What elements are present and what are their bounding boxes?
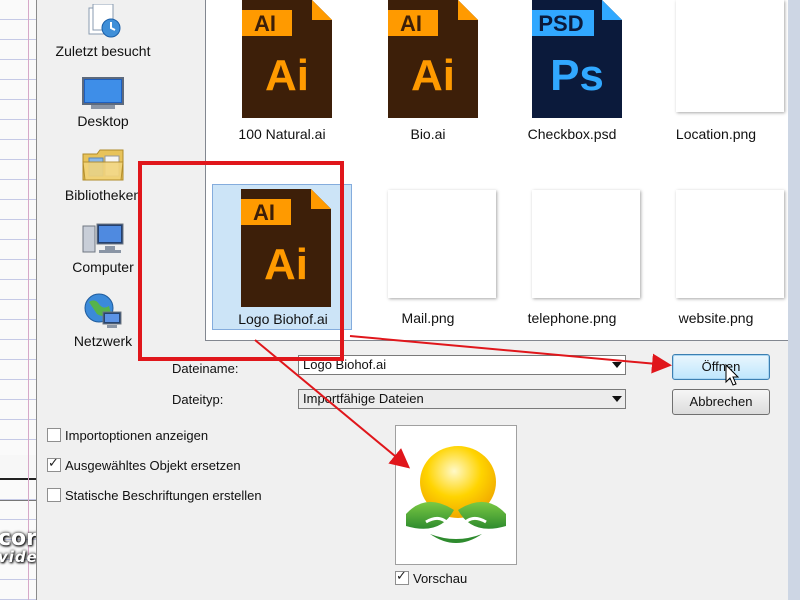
- open-button[interactable]: Öffnen: [672, 354, 770, 380]
- illustrator-file-icon: AI Ai: [241, 189, 331, 307]
- file-name: telephone.png: [527, 310, 617, 326]
- place-label: Computer: [72, 259, 134, 275]
- filetype-value: Importfähige Dateien: [303, 391, 424, 406]
- place-libraries[interactable]: Bibliotheken: [43, 146, 163, 203]
- ai-tab-text: AI: [254, 11, 276, 36]
- file-name: Location.png: [675, 126, 757, 142]
- place-label: Netzwerk: [73, 333, 133, 349]
- filename-label: Dateiname:: [172, 361, 239, 376]
- file-item[interactable]: AI Ai 100 Natural.ai: [212, 0, 352, 150]
- recent-places-icon: [88, 4, 121, 38]
- psd-big-text: Ps: [550, 51, 604, 100]
- place-network[interactable]: Netzwerk: [43, 292, 163, 349]
- file-item[interactable]: Mail.png: [358, 184, 498, 334]
- place-label: Bibliotheken: [64, 187, 142, 203]
- ai-big-text: Ai: [265, 51, 309, 100]
- ai-big-text: Ai: [411, 51, 455, 100]
- checkbox[interactable]: ✓: [395, 568, 409, 585]
- logo-preview-image: [406, 446, 506, 543]
- file-name: Checkbox.psd: [527, 126, 617, 142]
- place-desktop[interactable]: Desktop: [43, 76, 163, 129]
- file-name: 100 Natural.ai: [238, 126, 326, 142]
- image-thumbnail: [388, 190, 496, 298]
- file-item[interactable]: website.png: [646, 184, 786, 334]
- place-file-dialog: Zuletzt besucht Desktop Bibliotheken Com…: [36, 0, 800, 600]
- preview-toggle[interactable]: ✓ Vorschau: [395, 568, 468, 587]
- checkbox[interactable]: ✓: [47, 455, 61, 472]
- checkbox-label: Importoptionen anzeigen: [65, 428, 209, 443]
- file-name: Bio.ai: [410, 126, 446, 142]
- place-computer[interactable]: Computer: [43, 222, 163, 275]
- image-thumbnail: [676, 0, 784, 112]
- preview-pane: [395, 425, 517, 565]
- photoshop-file-icon: PSD Ps: [532, 0, 622, 118]
- ai-tab-text: AI: [253, 200, 275, 225]
- chevron-down-icon[interactable]: [612, 396, 622, 402]
- libraries-icon: [82, 149, 124, 181]
- illustrator-file-icon: AI Ai: [388, 0, 478, 118]
- option-replace-selected[interactable]: ✓ Ausgewähltes Objekt ersetzen: [47, 455, 241, 474]
- file-name: website.png: [678, 310, 754, 326]
- checkbox-label: Statische Beschriftungen erstellen: [65, 488, 262, 503]
- image-thumbnail: [532, 190, 640, 298]
- chevron-down-icon[interactable]: [612, 362, 622, 368]
- filename-combobox[interactable]: Logo Biohof.ai: [298, 355, 626, 375]
- file-name: Mail.png: [401, 310, 455, 326]
- checkbox[interactable]: [47, 488, 61, 502]
- check-icon: ✓: [48, 455, 59, 470]
- cancel-button[interactable]: Abbrechen: [672, 389, 770, 415]
- file-item[interactable]: telephone.png: [502, 184, 642, 334]
- illustrator-file-icon: AI Ai: [242, 0, 332, 118]
- place-label: Desktop: [77, 113, 129, 129]
- file-list[interactable]: AI Ai 100 Natural.ai AI Ai Bio.ai PSD Ps…: [205, 0, 800, 341]
- file-item[interactable]: Location.png: [646, 0, 786, 150]
- place-label: Zuletzt besucht: [55, 43, 151, 59]
- computer-icon: [82, 223, 124, 253]
- desktop-icon: [82, 77, 124, 109]
- filename-value: Logo Biohof.ai: [303, 357, 387, 372]
- window-frame-right: [788, 0, 800, 600]
- option-show-import-options[interactable]: Importoptionen anzeigen: [47, 428, 208, 444]
- image-thumbnail: [676, 190, 784, 298]
- file-item-selected[interactable]: AI Ai Logo Biohof.ai: [212, 184, 352, 330]
- checkbox-label: Ausgewähltes Objekt ersetzen: [65, 458, 241, 473]
- option-static-captions[interactable]: Statische Beschriftungen erstellen: [47, 488, 262, 504]
- ai-big-text: Ai: [264, 240, 308, 289]
- check-icon: ✓: [396, 568, 407, 583]
- network-icon: [84, 293, 122, 328]
- checkbox[interactable]: [47, 428, 61, 442]
- background-document: [0, 0, 37, 600]
- file-item[interactable]: AI Ai Bio.ai: [358, 0, 498, 150]
- filetype-label: Dateityp:: [172, 392, 224, 407]
- ai-tab-text: AI: [400, 11, 422, 36]
- file-name: Logo Biohof.ai: [238, 311, 328, 327]
- psd-tab-text: PSD: [538, 11, 583, 36]
- file-item[interactable]: PSD Ps Checkbox.psd: [502, 0, 642, 150]
- preview-label: Vorschau: [413, 571, 468, 586]
- filetype-select[interactable]: Importfähige Dateien: [298, 389, 626, 409]
- place-recent[interactable]: Zuletzt besucht: [43, 4, 163, 59]
